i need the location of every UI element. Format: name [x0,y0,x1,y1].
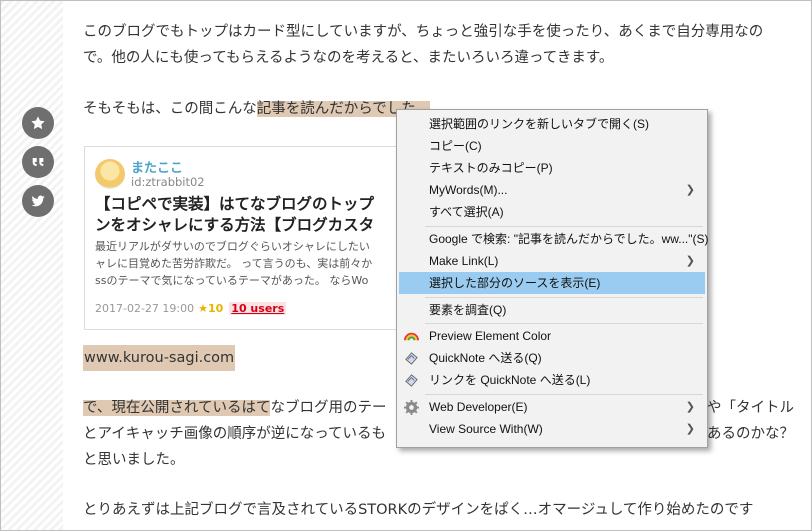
menu-item-open-links-new-tab[interactable]: 選択範囲のリンクを新しいタブで開く(S) [399,113,705,135]
menu-item-label: 要素を調査(Q) [429,303,507,317]
menu-item-google-search[interactable]: Google で検索: "記事を読んだからでした。ww..."(S) [399,228,709,250]
menu-separator [425,226,703,227]
menu-item-label: MyWords(M)... [429,183,508,197]
menu-item-mywords[interactable]: MyWords(M)... ❯ [399,179,705,201]
excerpt-line: ャレに目覚めた苦労詐欺だ。 って言うのも、実は前々か [95,257,373,270]
star-count[interactable]: ★10 [198,302,223,315]
excerpt-line: 最近リアルがダサいのでブログぐらいオシャレにしたい [95,240,370,253]
menu-item-label: Make Link(L) [429,254,499,268]
card-title-line: 【コピペで実装】はてなブログのトップ [95,195,375,213]
quicknote-icon [405,374,418,387]
avatar [95,159,125,189]
submenu-arrow-icon: ❯ [685,255,695,267]
menu-item-label: リンクを QuickNote へ送る(L) [429,373,591,387]
menu-item-label: 選択範囲のリンクを新しいタブで開く(S) [429,117,649,131]
article-paragraph-1: このブログでもトップはカード型にしていますが、ちょっと強引な手を使ったり、あくま… [83,19,763,71]
share-quote-button[interactable] [22,146,54,178]
menu-item-label: View Source With(W) [429,422,543,436]
menu-separator [425,323,703,324]
card-title[interactable]: 【コピペで実装】はてなブログのトップ ンをオシャレにする方法【ブログカスタ [95,194,374,236]
menu-item-view-selection-source[interactable]: 選択した部分のソースを表示(E) [399,272,705,294]
menu-item-preview-element-color[interactable]: Preview Element Color [399,325,705,347]
card-date: 2017-02-27 19:00 [95,302,195,315]
share-twitter-button[interactable] [22,185,54,217]
paragraph-text: なブログ用のテー [270,400,387,416]
card-excerpt: 最近リアルがダサいのでブログぐらいオシャレにしたい ャレに目覚めた苦労詐欺だ。 … [95,238,372,289]
twitter-icon [31,195,45,207]
submenu-arrow-icon: ❯ [685,184,695,196]
menu-item-inspect-element[interactable]: 要素を調査(Q) [399,299,705,321]
submenu-arrow-icon: ❯ [685,423,695,435]
star-icon [31,116,45,130]
menu-item-label: すべて選択(A) [429,205,504,219]
author-name-link[interactable]: またここ [131,157,183,176]
menu-item-web-developer[interactable]: Web Developer(E) ❯ [399,396,705,418]
quote-icon [32,158,44,166]
paragraph-text: あるのかな？ [707,426,794,442]
submenu-arrow-icon: ❯ [685,401,695,413]
rainbow-icon [404,332,419,341]
blog-card[interactable]: またここ id:ztrabbit02 【コピペで実装】はてなブログのトップ ンを… [84,146,416,330]
browser-viewport: このブログでもトップはカード型にしていますが、ちょっと強引な手を使ったり、あくま… [0,0,812,531]
gear-icon [404,400,419,415]
menu-separator [425,297,703,298]
menu-item-make-link[interactable]: Make Link(L) ❯ [399,250,705,272]
paragraph-line: と思いました。 [83,452,185,468]
excerpt-line: ssのテーマで気になっているテーマがあった。 ならWo [95,274,369,287]
paragraph-text: そもそもは、この間こんな [83,101,257,117]
menu-item-select-all[interactable]: すべて選択(A) [399,201,705,223]
card-meta: 2017-02-27 19:00 ★10 10 users [95,302,287,315]
paragraph-line: で。他の人にも使ってもらえるようなのを考えると、またいろいろ違ってきます。 [83,50,614,66]
menu-item-copy[interactable]: コピー(C) [399,135,705,157]
menu-item-label: Web Developer(E) [429,400,528,414]
article-paragraph-4: とりあえずは上記ブログで言及されているSTORKのデザインをぱく…オマージュして… [83,497,753,523]
menu-item-copy-text-only[interactable]: テキストのみコピー(P) [399,157,705,179]
menu-item-label: コピー(C) [429,139,482,153]
paragraph-text: とアイキャッチ画像の順序が逆になっているも [83,426,387,442]
paragraph-text: とりあえずは上記ブログで言及されているSTORKのデザインをぱく…オマージュして… [83,502,754,518]
menu-item-label: テキストのみコピー(P) [429,161,553,175]
author-id: id:ztrabbit02 [131,175,205,189]
paragraph-line: このブログでもトップはカード型にしていますが、ちょっと強引な手を使ったり、あくま… [83,24,764,40]
menu-separator [425,394,703,395]
bookmark-users-link[interactable]: 10 users [229,302,287,315]
article-paragraph-2: そもそもは、この間こんな記事を読んだからでした。 [83,96,431,122]
decorative-stripe [1,1,63,530]
site-url[interactable]: www.kurou-sagi.com [83,345,236,371]
card-title-line: ンをオシャレにする方法【ブログカスタ [95,216,375,234]
menu-item-label: Preview Element Color [429,329,552,343]
menu-item-send-to-quicknote[interactable]: QuickNote へ送る(Q) [399,347,705,369]
menu-item-label: 選択した部分のソースを表示(E) [429,276,601,290]
share-star-button[interactable] [22,107,54,139]
quicknote-icon [405,352,418,365]
menu-item-label: QuickNote へ送る(Q) [429,351,542,365]
paragraph-text: や「タイトル [707,400,794,416]
selected-text: で、現在公開されているはて [83,400,271,416]
menu-item-label: Google で検索: "記事を読んだからでした。ww..."(S) [429,232,709,246]
context-menu[interactable]: 選択範囲のリンクを新しいタブで開く(S) コピー(C) テキストのみコピー(P)… [396,109,709,448]
menu-item-send-link-to-quicknote[interactable]: リンクを QuickNote へ送る(L) [399,369,705,391]
menu-item-view-source-with[interactable]: View Source With(W) ❯ [399,418,705,440]
